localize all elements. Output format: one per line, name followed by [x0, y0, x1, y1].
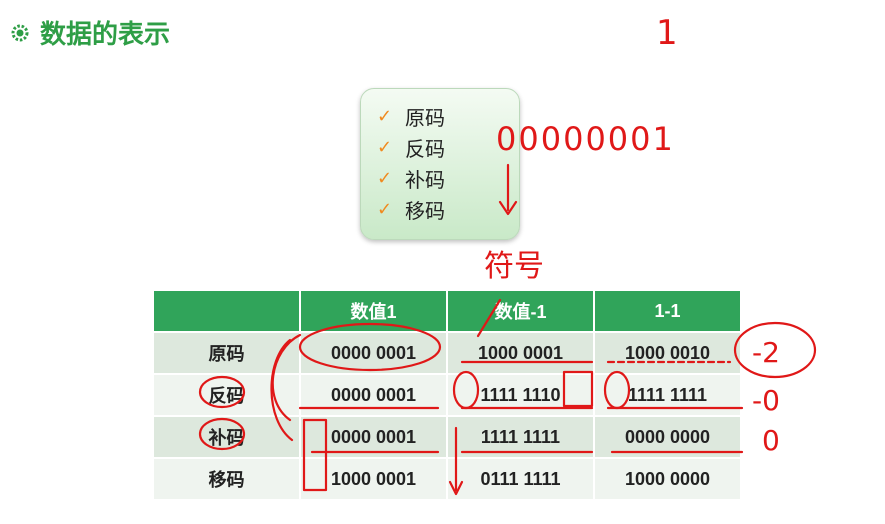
- table-cell: 1000 0001: [448, 333, 593, 373]
- row-label: 补码: [154, 417, 299, 457]
- table-row: 反码 0000 0001 1111 1110 1111 1111: [154, 375, 740, 415]
- table-cell: 0000 0000: [595, 417, 740, 457]
- annotation-result: 0: [762, 424, 780, 457]
- annotation-circle: [733, 321, 817, 379]
- page-title-area: 数据的表示: [10, 14, 170, 51]
- table-cell: 1111 1111: [595, 375, 740, 415]
- check-icon: ✓: [377, 168, 393, 189]
- code-type-list: ✓ 原码 ✓ 反码 ✓ 补码 ✓ 移码: [360, 88, 520, 240]
- check-icon: ✓: [377, 199, 393, 220]
- table-row: 移码 1000 0001 0111 1111 1000 0000: [154, 459, 740, 499]
- list-item-label: 原码: [405, 106, 445, 130]
- column-header: 数值-1: [448, 291, 593, 331]
- table-row: 原码 0000 0001 1000 0001 1000 0010: [154, 333, 740, 373]
- code-table: 数值1 数值-1 1-1 原码 0000 0001 1000 0001 1000…: [152, 289, 742, 501]
- row-label: 反码: [154, 375, 299, 415]
- table-header-row: 数值1 数值-1 1-1: [154, 291, 740, 331]
- list-item: ✓ 移码: [377, 194, 519, 225]
- table-cell: 1000 0001: [301, 459, 446, 499]
- annotation-digit: 1: [656, 13, 678, 53]
- annotation-result: -0: [752, 384, 780, 417]
- page-title: 数据的表示: [40, 20, 171, 50]
- list-item-label: 移码: [405, 199, 445, 223]
- row-label: 移码: [154, 459, 299, 499]
- column-header: 1-1: [595, 291, 740, 331]
- list-item: ✓ 补码: [377, 163, 519, 194]
- table-cell: 0000 0001: [301, 375, 446, 415]
- table-cell: 1000 0010: [595, 333, 740, 373]
- annotation-binary: 00000001: [496, 120, 675, 158]
- list-item-label: 补码: [405, 168, 445, 192]
- column-header: 数值1: [301, 291, 446, 331]
- list-item-label: 反码: [405, 137, 445, 161]
- list-item: ✓ 原码: [377, 101, 519, 132]
- check-icon: ✓: [377, 137, 393, 158]
- table-cell: 0000 0001: [301, 417, 446, 457]
- table-cell: 1000 0000: [595, 459, 740, 499]
- list-item: ✓ 反码: [377, 132, 519, 163]
- table-cell: 1111 1111: [448, 417, 593, 457]
- gear-icon: [11, 24, 29, 41]
- table-cell: 1111 1110: [448, 375, 593, 415]
- table-cell: 0000 0001: [301, 333, 446, 373]
- check-icon: ✓: [377, 106, 393, 127]
- table-row: 补码 0000 0001 1111 1111 0000 0000: [154, 417, 740, 457]
- table-cell: 0111 1111: [448, 459, 593, 499]
- column-header: [154, 291, 299, 331]
- annotation-sign-note: 符号: [484, 249, 544, 284]
- row-label: 原码: [154, 333, 299, 373]
- annotation-result: -2: [752, 336, 780, 369]
